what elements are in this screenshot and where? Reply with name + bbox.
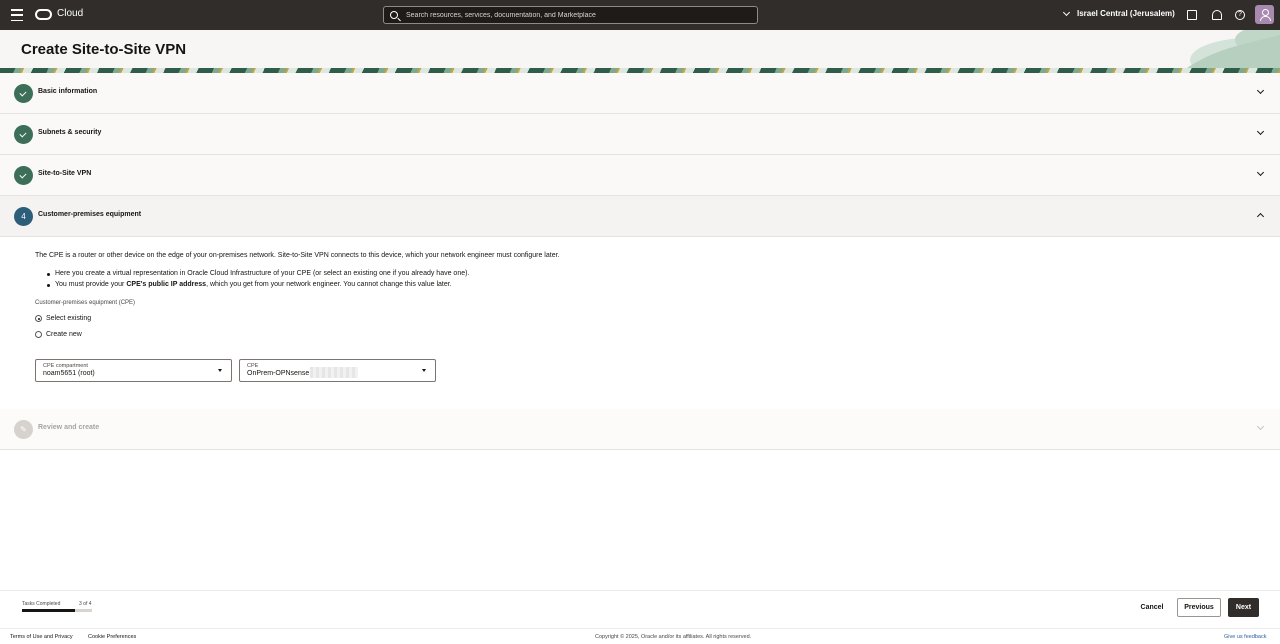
tasks-completed-count: 3 of 4 xyxy=(79,601,92,607)
region-label: Israel Central (Jerusalem) xyxy=(1077,9,1175,18)
step-complete-badge xyxy=(14,125,33,144)
redacted-block xyxy=(310,367,358,378)
help-icon[interactable]: ? xyxy=(1235,10,1245,20)
step-label: Review and create xyxy=(38,424,100,431)
radio-create-new[interactable]: Create new xyxy=(35,331,82,338)
progress-fill xyxy=(22,609,75,612)
dropdown-arrow-icon xyxy=(422,369,426,372)
wizard-footer xyxy=(0,590,1280,628)
developer-tools-icon[interactable] xyxy=(1187,10,1197,20)
cpe-compartment-select[interactable]: CPE compartment noam5651 (root) xyxy=(35,359,232,382)
feedback-link[interactable]: Give us feedback xyxy=(1224,634,1267,640)
chevron-down-icon xyxy=(1256,127,1265,136)
next-button[interactable]: Next xyxy=(1228,598,1259,617)
legal-footer: Terms of Use and Privacy Cookie Preferen… xyxy=(0,628,1280,644)
page-title: Create Site-to-Site VPN xyxy=(21,41,187,58)
profile-avatar[interactable] xyxy=(1255,5,1274,24)
field-value: OnPrem-OPNsense xyxy=(247,370,310,377)
field-label: CPE xyxy=(247,363,259,369)
cancel-button[interactable]: Cancel xyxy=(1136,598,1168,617)
page-header: Create Site-to-Site VPN xyxy=(0,30,1280,73)
tasks-completed-label: Tasks Completed xyxy=(22,601,61,607)
cpe-section-label: Customer-premises equipment (CPE) xyxy=(35,300,136,306)
chevron-up-icon xyxy=(1256,212,1265,221)
note-text-pre: You must provide your xyxy=(55,280,127,288)
chevron-down-icon xyxy=(1256,422,1265,431)
oracle-logo-icon[interactable] xyxy=(35,9,52,20)
step-site-to-site-vpn[interactable]: Site-to-Site VPN xyxy=(0,155,1280,196)
copyright-text: Copyright © 2025, Oracle and/or its affi… xyxy=(595,634,752,640)
search-input[interactable] xyxy=(406,11,757,19)
region-selector[interactable]: Israel Central (Jerusalem) xyxy=(1062,8,1175,18)
radio-select-existing[interactable]: Select existing xyxy=(35,315,91,322)
radio-unselected-icon[interactable] xyxy=(35,331,42,338)
step-basic-information[interactable]: Basic information xyxy=(0,73,1280,114)
field-value: noam5651 (root) xyxy=(43,370,95,377)
menu-icon[interactable] xyxy=(11,9,23,21)
step-label: Basic information xyxy=(38,88,98,95)
brand-name[interactable]: Cloud xyxy=(57,8,83,19)
step-subnets-security[interactable]: Subnets & security xyxy=(0,114,1280,155)
previous-button[interactable]: Previous xyxy=(1177,598,1221,617)
chevron-down-icon xyxy=(1256,168,1265,177)
search-bar[interactable] xyxy=(383,6,758,24)
list-item: Here you create a virtual representation… xyxy=(47,269,469,280)
decorative-banner-art xyxy=(1180,30,1280,73)
dropdown-arrow-icon xyxy=(218,369,222,372)
step-number-badge: 4 xyxy=(14,207,33,226)
tasks-progress-bar xyxy=(22,609,92,612)
radio-selected-icon[interactable] xyxy=(35,315,42,322)
check-icon xyxy=(19,89,27,97)
cpe-notes-list: Here you create a virtual representation… xyxy=(47,269,469,290)
step-complete-badge xyxy=(14,84,33,103)
cpe-intro-text: The CPE is a router or other device on t… xyxy=(35,252,560,259)
step-customer-premises-equipment[interactable]: 4 Customer-premises equipment xyxy=(0,196,1280,237)
note-text-post: , which you get from your network engine… xyxy=(206,280,452,288)
radio-label: Select existing xyxy=(46,315,92,322)
step-label: Site-to-Site VPN xyxy=(38,170,92,177)
field-label: CPE compartment xyxy=(43,363,88,369)
note-text-bold: CPE's public IP address xyxy=(126,280,207,288)
terms-link[interactable]: Terms of Use and Privacy xyxy=(10,634,73,640)
chevron-down-icon xyxy=(1256,86,1265,95)
list-item: You must provide your CPE's public IP ad… xyxy=(47,280,469,291)
notifications-icon[interactable] xyxy=(1212,10,1222,20)
cookie-preferences-link[interactable]: Cookie Preferences xyxy=(88,634,136,640)
step-review-and-create: ✎ Review and create xyxy=(0,409,1280,450)
pencil-icon: ✎ xyxy=(14,420,33,439)
note-text: Here you create a virtual representation… xyxy=(55,270,470,277)
step-complete-badge xyxy=(14,166,33,185)
radio-label: Create new xyxy=(46,331,82,338)
check-icon xyxy=(19,130,27,138)
cpe-select[interactable]: CPE OnPrem-OPNsense xyxy=(239,359,436,382)
step-label: Customer-premises equipment xyxy=(38,211,142,218)
top-navigation-bar: Cloud Israel Central (Jerusalem) ? xyxy=(0,0,1280,30)
step-label: Subnets & security xyxy=(38,129,102,136)
chevron-down-icon xyxy=(1062,8,1071,16)
check-icon xyxy=(19,171,27,179)
search-icon xyxy=(390,11,398,19)
